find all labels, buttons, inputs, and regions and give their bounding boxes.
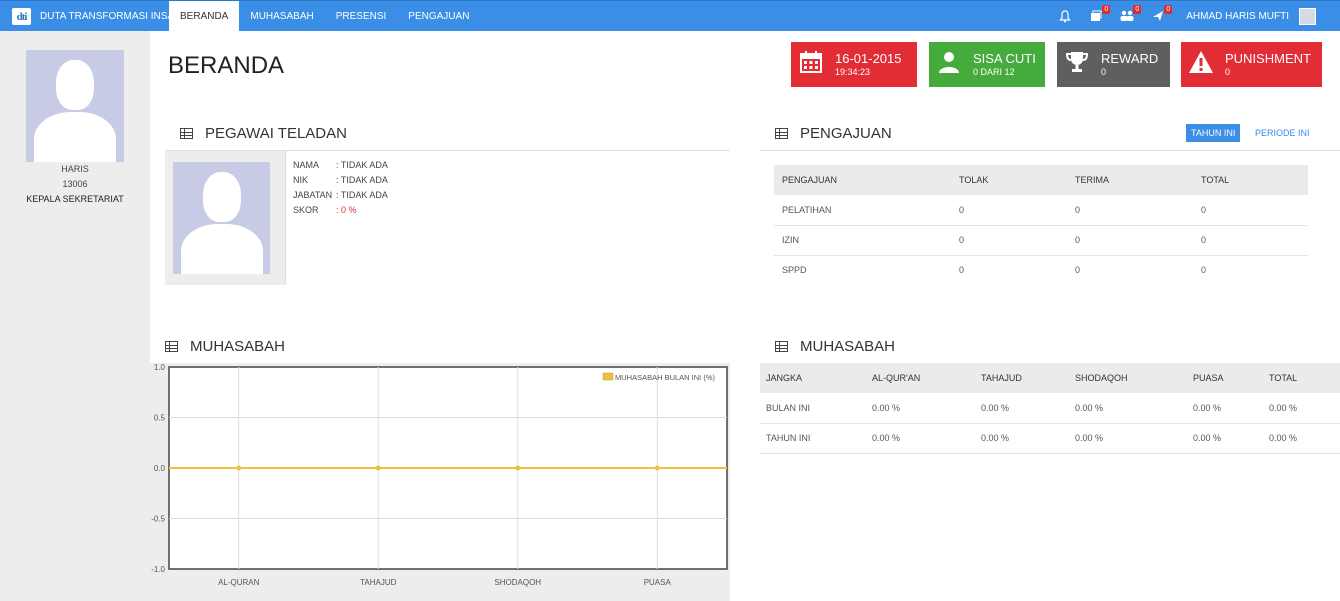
- data-point: [515, 465, 521, 471]
- periode-ini-link[interactable]: PERIODE INI: [1255, 128, 1310, 138]
- profile-nik: 13006: [62, 179, 88, 189]
- col-tolak: TOLAK: [951, 165, 1067, 195]
- x-tick-label: SHODAQOH: [494, 578, 541, 587]
- book-icon[interactable]: 0: [1089, 4, 1111, 24]
- col-alquran: AL-QUR'AN: [866, 363, 975, 393]
- pegawai-teladan-heading: PEGAWAI TELADAN: [180, 125, 347, 142]
- y-tick-label: 0.5: [154, 414, 166, 423]
- table-row: IZIN 0 0 0: [774, 225, 1308, 256]
- users-icon[interactable]: 0: [1120, 4, 1142, 24]
- bell-icon[interactable]: [1058, 9, 1072, 24]
- main-nav: BERANDA MUHASABAH PRESENSI PENGAJUAN: [169, 1, 480, 32]
- table-header-row: PENGAJUAN TOLAK TERIMA TOTAL: [774, 165, 1308, 195]
- warning-icon: [1181, 50, 1221, 80]
- col-tahajud: TAHAJUD: [975, 363, 1069, 393]
- col-pengajuan: PENGAJUAN: [774, 165, 951, 195]
- table-icon: [165, 341, 178, 352]
- table-icon: [775, 128, 788, 139]
- y-tick-label: -0.5: [151, 515, 165, 524]
- trophy-icon: [1057, 51, 1097, 79]
- username[interactable]: AHMAD HARIS MUFTI: [1186, 11, 1289, 22]
- muhasabah-table-title: MUHASABAH: [800, 338, 896, 355]
- stat-date-time: 19:34:23: [835, 67, 871, 77]
- stat-sisa-cuti-value: 0 DARI 12: [973, 67, 1015, 77]
- brand-logo-text: dti: [16, 10, 28, 23]
- table-header-row: JANGKA AL-QUR'AN TAHAJUD SHODAQOH PUASA …: [760, 363, 1340, 393]
- col-jangka: JANGKA: [760, 363, 866, 393]
- x-tick-label: PUASA: [644, 578, 672, 587]
- nav-pengajuan[interactable]: PENGAJUAN: [397, 1, 480, 32]
- x-tick-label: TAHAJUD: [360, 578, 397, 587]
- data-point: [375, 465, 381, 471]
- nav-presensi[interactable]: PRESENSI: [325, 1, 398, 32]
- divider: [760, 150, 1340, 151]
- stat-sisa-cuti-label: SISA CUTI: [973, 51, 1036, 66]
- muhasabah-chart-heading: MUHASABAH: [165, 338, 285, 355]
- plane-badge: 0: [1164, 4, 1173, 14]
- pengajuan-heading: PENGAJUAN: [775, 125, 892, 142]
- brand[interactable]: dti DUTA TRANSFORMASI INSANI: [12, 8, 184, 25]
- brand-name: DUTA TRANSFORMASI INSANI: [40, 11, 185, 22]
- users-badge: 0: [1133, 4, 1142, 14]
- muhasabah-table-heading: MUHASABAH: [775, 338, 895, 355]
- stat-sisa-cuti: SISA CUTI 0 DARI 12: [929, 42, 1045, 87]
- legend-swatch: [602, 372, 614, 381]
- book-badge: 0: [1102, 4, 1111, 14]
- pegawai-skor-row: SKOR: 0 %: [293, 205, 357, 215]
- pegawai-nik-row: NIK: TIDAK ADA: [293, 175, 388, 185]
- profile-photo: [26, 50, 124, 162]
- stat-reward-value: 0: [1101, 67, 1107, 77]
- table-row: BULAN INI 0.00 % 0.00 % 0.00 % 0.00 % 0.00 %: [760, 393, 1340, 424]
- y-tick-label: 0.0: [154, 464, 166, 473]
- stat-punishment-value: 0: [1225, 67, 1231, 77]
- col-shodaqoh: SHODAQOH: [1069, 363, 1187, 393]
- table-icon: [180, 128, 193, 139]
- nav-beranda[interactable]: BERANDA: [169, 1, 240, 32]
- muhasabah-chart: AL-QURAN TAHAJUD SHODAQOH PUASA 1.0 0.5 0.0 -0.…: [151, 363, 728, 587]
- brand-logo: dti: [12, 8, 31, 25]
- top-navbar: dti DUTA TRANSFORMASI INSANI BERANDA MUH…: [0, 0, 1340, 32]
- pengajuan-table: PENGAJUAN TOLAK TERIMA TOTAL PELATIHAN 0 0…: [774, 165, 1308, 285]
- profile-position: KEPALA SEKRETARIAT: [26, 194, 124, 204]
- y-tick-label: -1.0: [151, 565, 165, 574]
- tahun-ini-button[interactable]: TAHUN INI: [1186, 124, 1241, 142]
- muhasabah-table: JANGKA AL-QUR'AN TAHAJUD SHODAQOH PUASA …: [760, 363, 1340, 454]
- stat-date: 16-01-2015 19:34:23: [791, 42, 917, 87]
- user-avatar[interactable]: [1299, 8, 1316, 25]
- stat-punishment: PUNISHMENT 0: [1181, 42, 1322, 87]
- user-icon: [929, 51, 969, 79]
- col-total: TOTAL: [1263, 363, 1340, 393]
- col-terima: TERIMA: [1067, 165, 1193, 195]
- stat-reward-label: REWARD: [1101, 51, 1159, 66]
- table-row: TAHUN INI 0.00 % 0.00 % 0.00 % 0.00 % 0.00 %: [760, 423, 1340, 454]
- data-point: [236, 465, 242, 471]
- table-row: SPPD 0 0 0: [782, 265, 1207, 276]
- stat-punishment-label: PUNISHMENT: [1225, 51, 1311, 66]
- plane-icon[interactable]: 0: [1151, 4, 1173, 24]
- table-icon: [775, 341, 788, 352]
- y-tick-label: 1.0: [154, 363, 166, 372]
- pegawai-jabatan-row: JABATAN: TIDAK ADA: [293, 190, 388, 200]
- legend-label: MUHASABAH BULAN INI (%): [615, 373, 716, 382]
- data-point: [654, 465, 660, 471]
- pengajuan-title: PENGAJUAN: [800, 125, 892, 142]
- page-title: BERANDA: [168, 52, 285, 79]
- profile-name: HARIS: [61, 164, 89, 174]
- table-row: PELATIHAN 0 0 0: [774, 195, 1308, 226]
- stat-reward: REWARD 0: [1057, 42, 1170, 87]
- col-puasa: PUASA: [1187, 363, 1263, 393]
- nav-right: 0 0 0 AHMAD HARIS MUFTI: [1041, 1, 1316, 32]
- muhasabah-chart-title: MUHASABAH: [190, 338, 286, 355]
- x-tick-label: AL-QURAN: [218, 578, 260, 587]
- calendar-icon: [791, 50, 831, 80]
- pegawai-photo: [173, 162, 270, 274]
- pegawai-teladan-title: PEGAWAI TELADAN: [205, 125, 347, 142]
- stat-date-value: 16-01-2015: [835, 51, 902, 66]
- nav-muhasabah[interactable]: MUHASABAH: [239, 1, 324, 32]
- sidebar: HARIS 13006 KEPALA SEKRETARIAT: [0, 31, 150, 601]
- pegawai-nama-row: NAMA: TIDAK ADA: [293, 160, 388, 170]
- pegawai-photo-wrap: [165, 151, 286, 285]
- col-total: TOTAL: [1193, 165, 1308, 195]
